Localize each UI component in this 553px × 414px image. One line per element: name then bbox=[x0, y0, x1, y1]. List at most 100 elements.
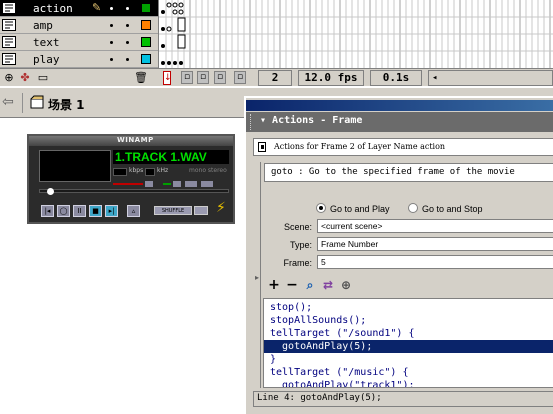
winamp-time-display bbox=[39, 150, 111, 182]
layer-icon bbox=[2, 19, 16, 31]
layer-name: action bbox=[33, 2, 73, 15]
eject-button[interactable]: ▵ bbox=[127, 205, 140, 217]
find-icon[interactable]: ⌕ bbox=[302, 276, 318, 294]
goto-and-play-label: Go to and Play bbox=[330, 204, 390, 214]
collapse-arrow-icon[interactable]: ▸ bbox=[255, 273, 260, 285]
winamp-player-graphic[interactable]: WINAMP 1.TRACK 1.WAV kbps kHz mono stere… bbox=[27, 134, 235, 224]
lock-toggle[interactable] bbox=[126, 24, 129, 27]
panel-grip-icon[interactable] bbox=[250, 114, 253, 130]
winamp-logo-icon: ⚡ bbox=[216, 200, 226, 216]
visibility-toggle[interactable] bbox=[110, 24, 113, 27]
delete-action-button[interactable]: − bbox=[284, 276, 300, 294]
kbps-label: kbps bbox=[129, 167, 144, 174]
code-line[interactable]: tellTarget ("/music") { bbox=[264, 366, 553, 379]
frame-cells bbox=[159, 0, 553, 68]
add-guide-layer-icon[interactable]: ✤ bbox=[18, 71, 32, 85]
goto-and-stop-radio[interactable] bbox=[408, 203, 418, 213]
back-arrow-icon[interactable]: ⇦ bbox=[2, 94, 14, 110]
actions-status-bar: Line 4: gotoAndPlay(5); bbox=[253, 391, 553, 407]
script-editor[interactable]: stop(); stopAllSounds(); tellTarget ("/s… bbox=[263, 298, 553, 388]
code-line[interactable]: tellTarget ("/sound1") { bbox=[264, 327, 553, 340]
insert-folder-icon[interactable]: ▭ bbox=[36, 71, 50, 85]
playhead-icon[interactable]: ↓ bbox=[163, 71, 172, 85]
shuffle-button[interactable]: SHUFFLE bbox=[154, 206, 192, 215]
code-line-selected[interactable]: gotoAndPlay(5); bbox=[264, 340, 553, 353]
play-button[interactable]: ◯ bbox=[57, 205, 70, 217]
layer-color-swatch[interactable] bbox=[141, 54, 151, 64]
layer-row-action[interactable]: action ✎ bbox=[0, 0, 158, 17]
edit-multiple-frames-button[interactable]: ▫ bbox=[234, 71, 246, 84]
layer-row-play[interactable]: play bbox=[0, 51, 158, 68]
winamp-track-name: 1.TRACK 1.WAV bbox=[113, 150, 229, 164]
frame-grid[interactable] bbox=[158, 0, 553, 68]
onion-outline-button[interactable]: ▫ bbox=[214, 71, 226, 84]
current-frame-display: 2 bbox=[258, 70, 292, 86]
volume-balance-sliders[interactable] bbox=[113, 181, 233, 187]
actions-for-label: Actions for Frame 2 of Layer Name action bbox=[274, 142, 446, 151]
elapsed-time-display: 0.1s bbox=[370, 70, 422, 86]
insert-target-path-icon[interactable]: ⊕ bbox=[338, 276, 354, 294]
next-button[interactable]: ▸| bbox=[105, 205, 118, 217]
frame-input[interactable]: 5 bbox=[317, 255, 553, 269]
layer-color-swatch[interactable] bbox=[141, 20, 151, 30]
visibility-toggle[interactable] bbox=[110, 7, 113, 10]
actions-panel: ▾ Actions - Frame Actions for Frame 2 of… bbox=[244, 96, 553, 414]
scene-clapper-icon bbox=[30, 95, 44, 109]
prev-button[interactable]: |◂ bbox=[41, 205, 54, 217]
replace-icon[interactable]: ⇄ bbox=[320, 276, 336, 294]
layer-row-amp[interactable]: amp bbox=[0, 17, 158, 34]
layer-icon bbox=[2, 53, 16, 65]
panel-title: ▾ Actions - Frame bbox=[260, 115, 363, 126]
seek-knob[interactable] bbox=[47, 188, 54, 195]
khz-box bbox=[145, 168, 155, 176]
action-description-text: goto : Go to the specified frame of the … bbox=[271, 167, 515, 177]
mono-stereo-label: mono stereo bbox=[189, 167, 227, 174]
pencil-icon: ✎ bbox=[92, 1, 102, 14]
seek-bar[interactable] bbox=[39, 189, 229, 193]
panel-titlebar[interactable] bbox=[246, 100, 553, 111]
lock-toggle[interactable] bbox=[126, 58, 129, 61]
repeat-button[interactable] bbox=[194, 206, 208, 215]
frame-pin-icon[interactable] bbox=[258, 142, 266, 152]
actions-panel-header[interactable]: ▾ Actions - Frame bbox=[246, 112, 553, 132]
type-select[interactable]: Frame Number bbox=[317, 237, 553, 251]
code-line[interactable]: stopAllSounds(); bbox=[264, 314, 553, 327]
layer-color-swatch[interactable] bbox=[141, 37, 151, 47]
timeline-status-bar: ⊕ ✤ ▭ 🗑 ↓ ▫ ▫ ▫ ▫ 2 12.0 fps 0.1s ◂ bbox=[0, 68, 553, 86]
lock-toggle[interactable] bbox=[126, 41, 129, 44]
code-line[interactable]: stop(); bbox=[264, 301, 553, 314]
code-line[interactable]: } bbox=[264, 353, 553, 366]
winamp-title: WINAMP bbox=[117, 136, 154, 144]
goto-and-play-radio[interactable] bbox=[316, 203, 326, 213]
add-action-button[interactable]: + bbox=[266, 276, 282, 294]
layer-icon bbox=[2, 36, 16, 48]
stop-button[interactable]: ■ bbox=[89, 205, 102, 217]
center-frame-button[interactable]: ▫ bbox=[181, 71, 193, 84]
status-line-text: Line 4: gotoAndPlay(5); bbox=[257, 393, 382, 403]
winamp-titlebar: WINAMP bbox=[29, 136, 233, 146]
visibility-toggle[interactable] bbox=[110, 41, 113, 44]
scene-select[interactable]: <current scene> bbox=[317, 219, 553, 233]
frame-rate-display: 12.0 fps bbox=[298, 70, 364, 86]
layer-row-text[interactable]: text bbox=[0, 34, 158, 51]
visibility-toggle[interactable] bbox=[110, 58, 113, 61]
layer-name: play bbox=[33, 53, 60, 66]
actions-toolbar: + − ⌕ ⇄ ⊕ bbox=[264, 276, 553, 296]
layer-name: text bbox=[33, 36, 60, 49]
actions-for-bar: Actions for Frame 2 of Layer Name action bbox=[253, 138, 553, 156]
khz-label: kHz bbox=[157, 167, 169, 174]
layer-color-swatch[interactable] bbox=[141, 3, 151, 13]
scene-name: 场景 1 bbox=[48, 98, 85, 112]
add-layer-icon[interactable]: ⊕ bbox=[2, 71, 16, 85]
code-line[interactable]: gotoAndPlay("track1"); bbox=[264, 379, 553, 387]
timeline-panel: action ✎ amp text play ⊕ ✤ ▭ 🗑 ↓ ▫ ▫ ▫ ▫… bbox=[0, 0, 553, 86]
layer-icon bbox=[2, 2, 16, 14]
onion-skin-button[interactable]: ▫ bbox=[197, 71, 209, 84]
frame-field-label: Frame: bbox=[283, 258, 312, 268]
lock-toggle[interactable] bbox=[126, 7, 129, 10]
timeline-scrollbar[interactable]: ◂ bbox=[428, 70, 553, 86]
type-field-label: Type: bbox=[289, 240, 312, 250]
action-description: goto : Go to the specified frame of the … bbox=[264, 163, 553, 182]
pause-button[interactable]: II bbox=[73, 205, 86, 217]
delete-layer-icon[interactable]: 🗑 bbox=[134, 71, 148, 85]
